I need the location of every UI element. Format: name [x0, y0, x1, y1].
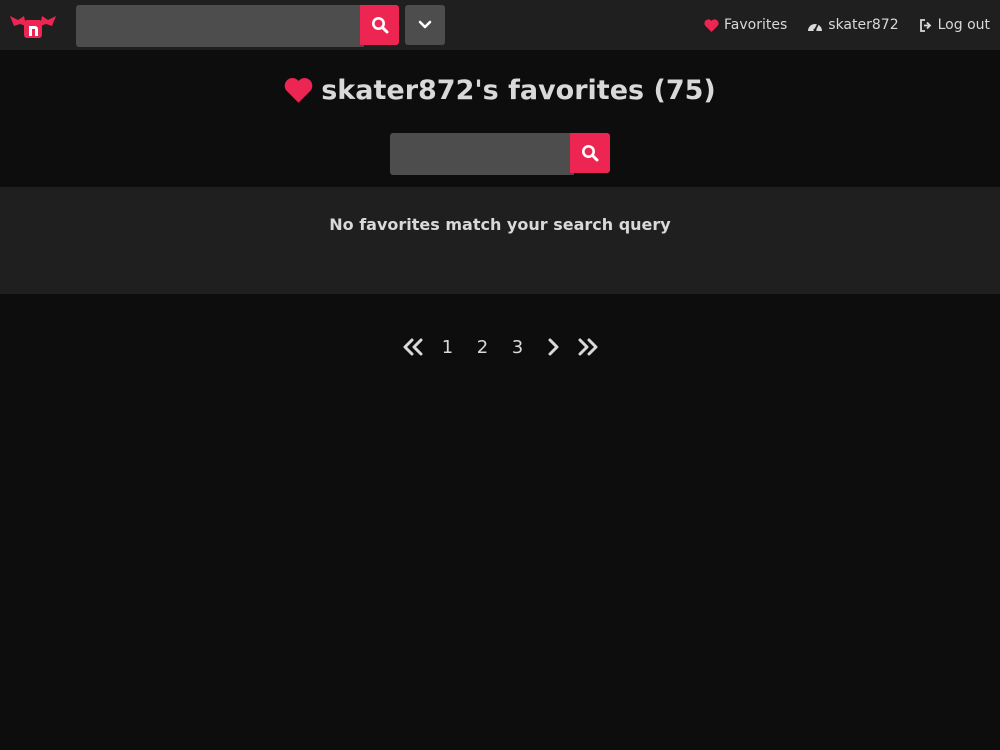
- page-link-2[interactable]: 2: [465, 332, 500, 362]
- site-logo[interactable]: [10, 12, 56, 40]
- page-title-text: skater872's favorites (75): [321, 75, 716, 106]
- nav-favorites-link[interactable]: Favorites: [704, 17, 787, 33]
- navbar: Favorites skater872 Log out: [0, 0, 1000, 50]
- nav-profile-link[interactable]: skater872: [807, 17, 899, 33]
- results-panel: No favorites match your search query: [0, 187, 1000, 294]
- first-page-icon: [403, 338, 422, 356]
- last-page-icon: [578, 338, 597, 356]
- next-page-icon: [548, 338, 558, 356]
- nav-links: Favorites skater872 Log out: [684, 0, 990, 50]
- page-title: skater872's favorites (75): [0, 70, 1000, 110]
- first-page-button[interactable]: [395, 332, 430, 362]
- search-options-dropdown-button[interactable]: [405, 5, 445, 45]
- nav-logout-label: Log out: [937, 17, 990, 33]
- nav-favorites-label: Favorites: [724, 17, 788, 33]
- heart-icon: [704, 18, 719, 32]
- search-icon: [582, 145, 599, 162]
- chevron-down-icon: [418, 20, 432, 29]
- search-icon: [371, 17, 388, 34]
- nav-logout-link[interactable]: Log out: [919, 17, 990, 33]
- page-link-1[interactable]: 1: [430, 332, 465, 362]
- last-page-button[interactable]: [570, 332, 605, 362]
- dashboard-icon: [808, 23, 823, 31]
- no-results-message: No favorites match your search query: [329, 215, 671, 234]
- favorites-search-button[interactable]: [570, 133, 610, 173]
- pagination: 1 2 3: [0, 332, 1000, 362]
- favorites-title: skater872's favorites: [321, 74, 645, 106]
- page-link-3[interactable]: 3: [500, 332, 535, 362]
- search-button[interactable]: [360, 5, 399, 45]
- search-input[interactable]: [76, 5, 364, 47]
- nav-username-label: skater872: [828, 17, 899, 33]
- heart-icon: [284, 78, 313, 103]
- next-page-button[interactable]: [535, 332, 570, 362]
- favorites-count: (75): [653, 74, 716, 106]
- favorites-search-input[interactable]: [390, 133, 574, 175]
- sign-out-icon: [919, 18, 931, 32]
